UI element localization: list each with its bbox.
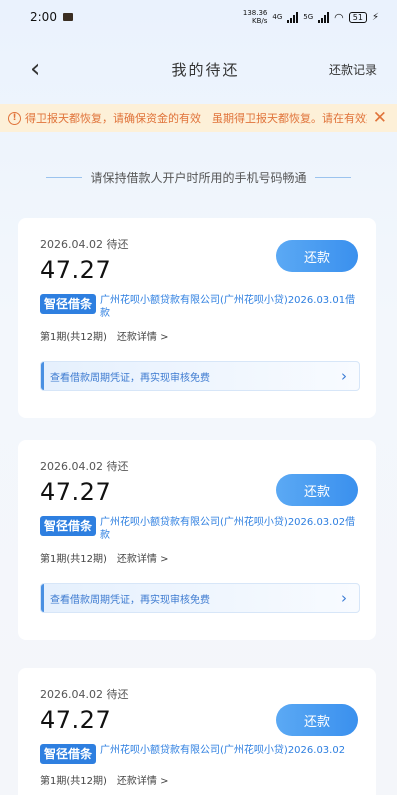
warning-icon: ! [8,111,21,125]
voucher-text: 查看借款周期凭证，再实现审核免费 [50,372,210,384]
loan-card: 2026.04.02 待还 47.27 还款 智径借条 广州花呗小额贷款有限公司… [18,440,376,640]
voucher-bar[interactable]: 查看借款周期凭证，再实现审核免费 › [40,361,360,391]
period-detail-link[interactable]: 第1期(共12期) 还款详情 > [40,550,360,565]
back-button[interactable]: ‹ [30,56,60,82]
brand-badge: 智径借条 [40,516,97,536]
signal-icon [287,11,299,23]
notice-text: 得卫报天都恢复，请确保资金的有效 虽期得卫报天都恢复。请在有效期 [25,112,367,125]
signal-icon-2 [318,11,330,23]
network-type-5g: 5G [303,13,314,21]
status-time: 2:00 [30,10,57,24]
header: ‹ 我的待还 还款记录 [0,34,397,104]
notification-icon [62,13,73,21]
repay-button[interactable]: 还款 [276,474,358,506]
voucher-bar[interactable]: 查看借款周期凭证，再实现审核免费 › [40,583,360,613]
lender-info: 广州花呗小额贷款有限公司(广州花呗小贷)2026.03.01借款 [100,295,356,319]
loan-card: 2026.04.02 待还 47.27 还款 智径借条 广州花呗小额贷款有限公司… [18,668,376,795]
lender-info: 广州花呗小额贷款有限公司(广州花呗小贷)2026.03.02借款 [100,517,356,541]
lender-row: 智径借条 广州花呗小额贷款有限公司(广州花呗小贷)2026.03.02 [40,744,360,764]
period-detail-link[interactable]: 第1期(共12期) 还款详情 > [40,772,360,787]
net-speed: 138.36 KB/s [243,9,268,25]
brand-badge: 智径借条 [40,744,97,764]
repay-button[interactable]: 还款 [276,240,358,272]
charging-icon: ⚡ [371,11,379,23]
loan-card: 2026.04.02 待还 47.27 还款 智径借条 广州花呗小额贷款有限公司… [18,218,376,418]
network-type-4g: 4G [272,13,283,21]
chevron-right-icon: › [341,367,347,385]
chevron-left-icon: ‹ [30,54,41,84]
voucher-text: 查看借款周期凭证，再实现审核免费 [50,594,210,606]
tip-text: 请保持借款人开户时所用的手机号码畅通 [90,170,307,185]
tip-divider-right [314,176,351,178]
wifi-icon: ◠ [334,10,344,24]
status-right: 138.36 KB/s 4G 5G ◠ 51 ⚡ [243,9,379,25]
lender-row: 智径借条 广州花呗小额贷款有限公司(广州花呗小贷)2026.03.01借款 [40,294,360,320]
lender-row: 智径借条 广州花呗小额贷款有限公司(广州花呗小贷)2026.03.02借款 [40,516,360,542]
close-icon[interactable]: ✕ [373,108,387,128]
status-left: 2:00 [30,10,73,24]
lender-info: 广州花呗小额贷款有限公司(广州花呗小贷)2026.03.02 [100,745,346,756]
page-title: 我的待还 [171,60,240,79]
net-speed-unit: KB/s [251,17,268,25]
chevron-right-icon: › [341,589,347,607]
repay-record-link[interactable]: 还款记录 [329,61,377,78]
due-date: 2026.04.02 待还 [40,688,129,701]
brand-badge: 智径借条 [40,294,97,314]
status-bar: 2:00 138.36 KB/s 4G 5G ◠ 51 ⚡ [0,0,397,34]
due-date: 2026.04.02 待还 [40,460,129,473]
repay-button[interactable]: 还款 [276,704,358,736]
voucher-accent [41,584,44,612]
net-speed-value: 138.36 [242,9,268,17]
period-detail-link[interactable]: 第1期(共12期) 还款详情 > [40,328,360,343]
notice-bar: ! 得卫报天都恢复，请确保资金的有效 虽期得卫报天都恢复。请在有效期 ✕ [0,104,397,132]
voucher-accent [41,362,44,390]
tip-divider-left [46,176,83,178]
battery-icon: 51 [348,11,367,23]
tip-row: 请保持借款人开户时所用的手机号码畅通 [0,166,397,188]
